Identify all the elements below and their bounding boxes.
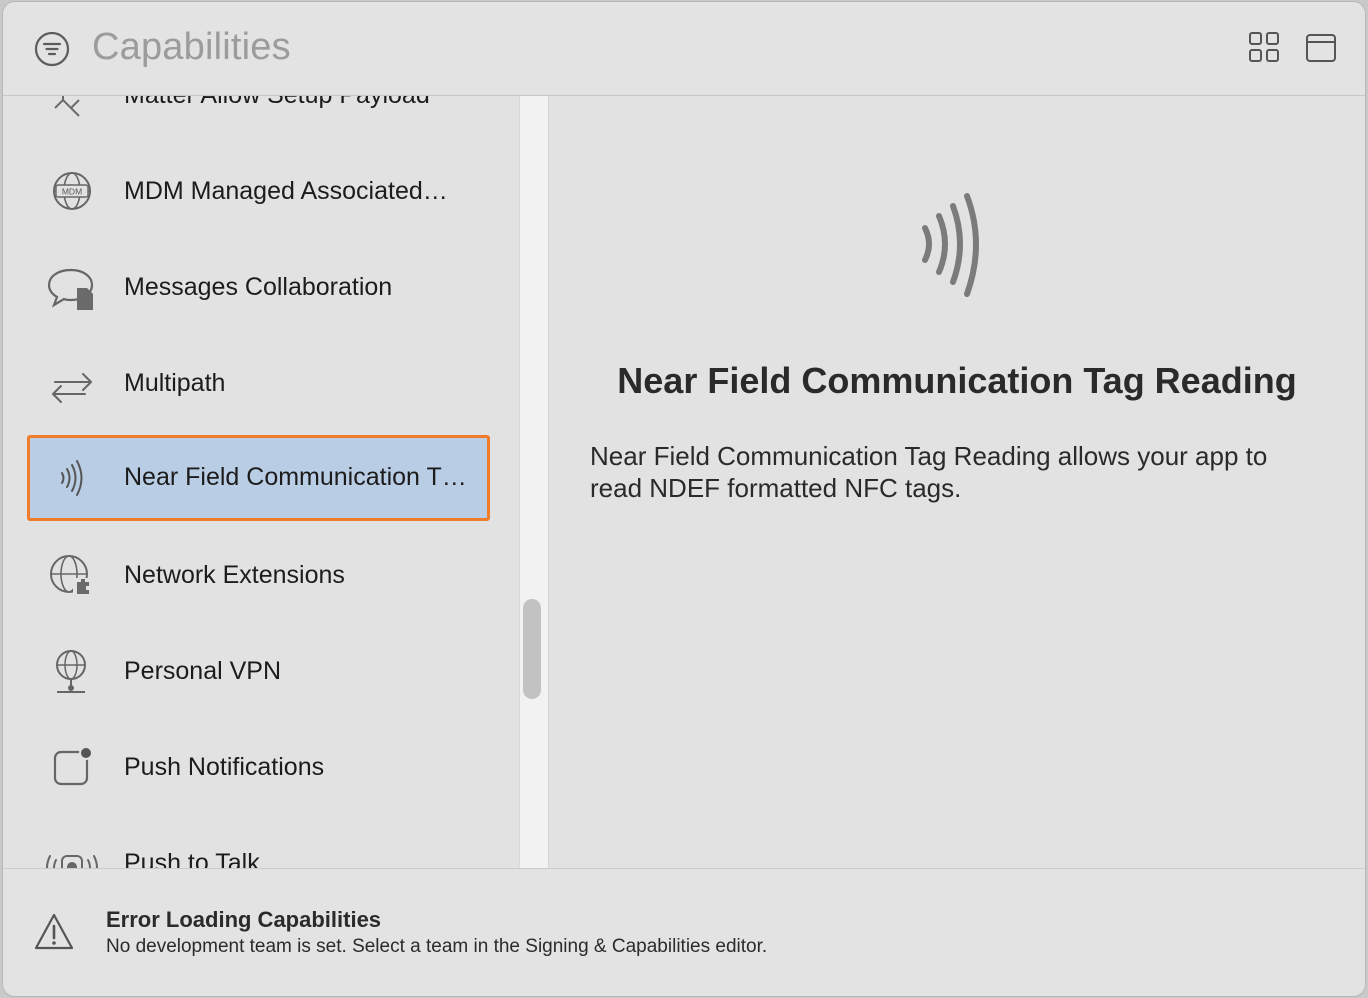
list-item-label: Matter Allow Setup Payload bbox=[124, 96, 430, 110]
push-notifications-icon bbox=[53, 746, 93, 786]
error-title: Error Loading Capabilities bbox=[106, 907, 382, 932]
messages-collaboration-icon bbox=[47, 268, 94, 310]
header: Capabilities bbox=[3, 2, 1365, 96]
filter-icon[interactable] bbox=[34, 31, 70, 67]
network-extensions-icon bbox=[50, 555, 93, 594]
nfc-large-icon bbox=[922, 193, 979, 297]
svg-text:MDM: MDM bbox=[62, 187, 82, 197]
list-item-network-extensions[interactable]: Network Extensions bbox=[3, 528, 519, 624]
list-item-label: MDM Managed Associated… bbox=[124, 177, 448, 205]
scrollbar-thumb[interactable] bbox=[523, 599, 541, 699]
detail-pane: Near Field Communication Tag Reading Nea… bbox=[549, 96, 1365, 868]
list-item-personal-vpn[interactable]: Personal VPN bbox=[3, 624, 519, 720]
list-item-label: Push to Talk bbox=[124, 849, 260, 868]
warning-triangle-icon bbox=[34, 913, 74, 950]
list-item-label: Messages Collaboration bbox=[124, 273, 393, 301]
multipath-arrows-icon bbox=[52, 373, 92, 403]
list-item-mdm-managed-associated-domains[interactable]: MDM MDM Managed Associated… bbox=[3, 144, 519, 240]
nfc-icon bbox=[61, 460, 83, 496]
list-item-label: Multipath bbox=[124, 369, 226, 397]
list-item-push-notifications[interactable]: Push Notifications bbox=[3, 720, 519, 816]
capabilities-window: Capabilities Matter Allow Setup Payload bbox=[3, 2, 1365, 996]
error-banner: Error Loading Capabilities No developmen… bbox=[3, 868, 1365, 996]
list-item-label: Network Extensions bbox=[124, 561, 345, 589]
mdm-globe-icon: MDM bbox=[53, 172, 91, 210]
capability-title: Near Field Communication Tag Reading bbox=[617, 360, 1297, 401]
list-item-matter[interactable]: Matter Allow Setup Payload bbox=[3, 96, 519, 144]
capability-description: Near Field Communication Tag Reading all… bbox=[590, 441, 1268, 503]
personal-vpn-icon bbox=[56, 650, 86, 693]
list-item-push-to-talk[interactable]: Push to Talk bbox=[3, 816, 519, 868]
list-item-label: Personal VPN bbox=[124, 657, 282, 685]
list-item-nfc-tag-reading[interactable]: Near Field Communication T… bbox=[3, 432, 519, 528]
capabilities-list[interactable]: Matter Allow Setup Payload MDM MDM Manag… bbox=[3, 96, 519, 868]
list-item-messages-collaboration[interactable]: Messages Collaboration bbox=[3, 240, 519, 336]
grid-view-icon[interactable] bbox=[1248, 31, 1280, 63]
matter-icon bbox=[54, 96, 80, 117]
list-item-multipath[interactable]: Multipath bbox=[3, 336, 519, 432]
page-title: Capabilities bbox=[92, 26, 291, 68]
panel-toggle-icon[interactable] bbox=[1305, 33, 1337, 63]
list-item-label: Near Field Communication T… bbox=[124, 463, 467, 491]
push-to-talk-icon bbox=[46, 855, 98, 868]
scrollbar-track[interactable] bbox=[519, 96, 549, 868]
error-message: No development team is set. Select a tea… bbox=[106, 936, 768, 957]
list-item-label: Push Notifications bbox=[124, 753, 325, 781]
